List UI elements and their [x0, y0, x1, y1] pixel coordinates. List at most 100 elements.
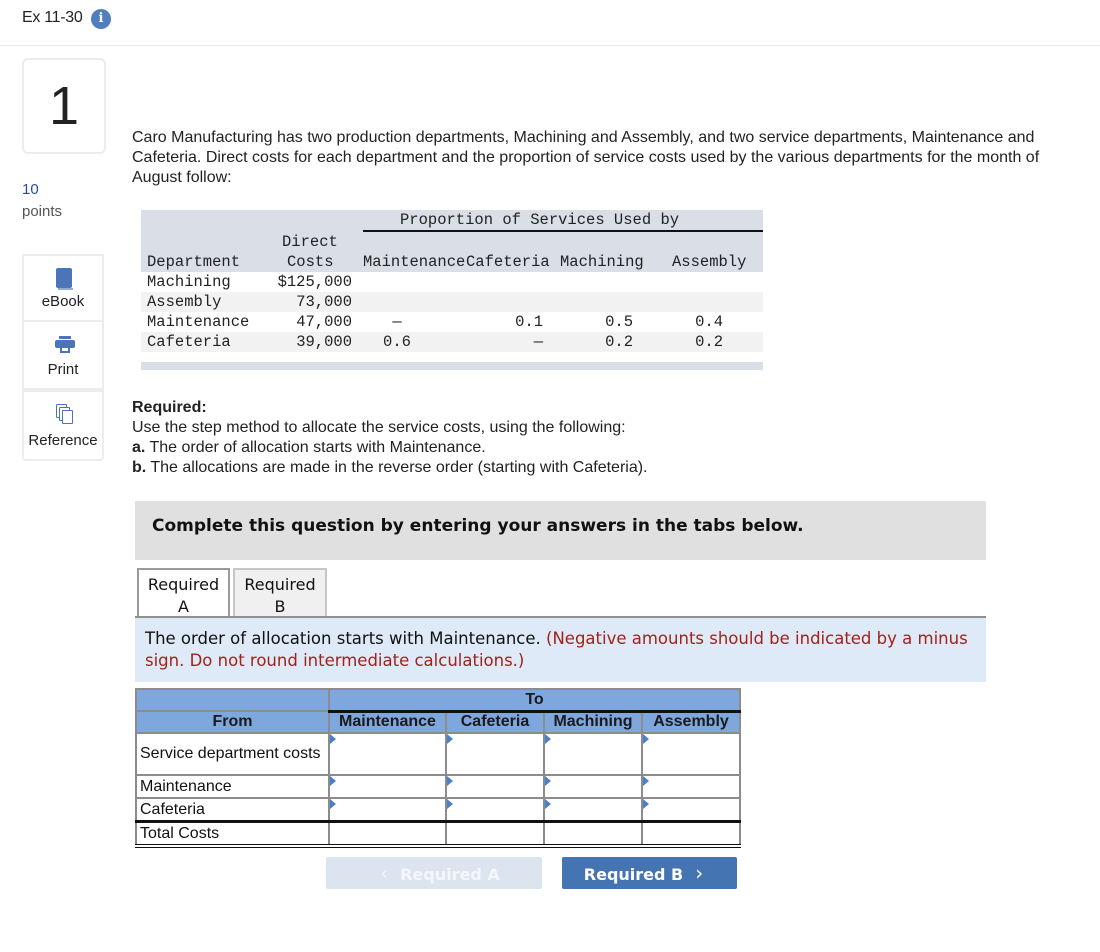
total-cafeteria-field [447, 823, 543, 844]
service-costs-cafeteria-input[interactable] [447, 734, 543, 774]
service-costs-assembly-input[interactable] [643, 734, 739, 774]
input-marker-icon [330, 776, 336, 786]
group-header-underline [363, 230, 763, 232]
input-cell[interactable] [445, 774, 545, 799]
required-item-b: b. The allocations are made in the rever… [132, 458, 648, 478]
table-row [141, 272, 763, 292]
input-cell[interactable] [641, 732, 741, 776]
input-marker-icon [330, 734, 336, 744]
book-icon [56, 268, 73, 290]
row-maintenance: — [392, 313, 402, 331]
table-row: Service department costs [135, 732, 741, 776]
input-marker-icon [330, 799, 336, 809]
input-cell[interactable] [543, 732, 643, 776]
col-header-machining: Machining [560, 253, 644, 271]
row-department: Assembly [147, 293, 222, 311]
row-maintenance: 0.6 [383, 333, 411, 351]
table-row: Cafeteria [135, 797, 741, 823]
tab-label-line1: Required [147, 575, 220, 594]
printer-icon [55, 336, 75, 354]
group-header: Proportion of Services Used by [400, 211, 680, 229]
item-marker: b. [132, 459, 147, 476]
cafeteria-to-machining-input[interactable] [545, 799, 641, 820]
row-department: Cafeteria [147, 333, 231, 351]
cafeteria-to-maintenance-input[interactable] [330, 799, 445, 820]
info-icon[interactable]: i [91, 9, 111, 29]
row-direct-cost: 39,000 [296, 333, 352, 351]
table-row [141, 292, 763, 312]
ebook-label: eBook [41, 293, 85, 310]
exercise-title: Ex 11-30 [22, 9, 83, 26]
ebook-button[interactable]: eBook [22, 254, 104, 322]
next-button-label: Required B [583, 865, 684, 884]
allocation-table: To From Maintenance Cafeteria Machining … [135, 688, 741, 848]
maintenance-to-assembly-input[interactable] [643, 776, 739, 797]
input-marker-icon [447, 734, 453, 744]
input-cell[interactable] [641, 797, 741, 823]
total-cell [543, 820, 643, 848]
total-cell [641, 820, 741, 848]
input-marker-icon [447, 799, 453, 809]
total-maintenance-field [330, 823, 445, 844]
col-header-cafeteria: Cafeteria [445, 710, 545, 734]
col-header-cafeteria: Cafeteria [466, 253, 550, 271]
total-cell [445, 820, 545, 848]
input-cell[interactable] [328, 774, 447, 799]
col-header-department: Department [147, 253, 241, 271]
maintenance-to-machining-input[interactable] [545, 776, 641, 797]
input-marker-icon [545, 776, 551, 786]
print-label: Print [47, 361, 79, 378]
col-header-assembly: Assembly [641, 710, 741, 734]
maintenance-to-cafeteria-input[interactable] [447, 776, 543, 797]
input-cell[interactable] [445, 797, 545, 823]
input-cell[interactable] [328, 797, 447, 823]
top-bar: Ex 11-30 i [0, 0, 1100, 46]
tab-required-b[interactable]: Required B [233, 568, 327, 618]
tab-required-a[interactable]: Required A [137, 568, 230, 618]
col-header-maintenance: Maintenance [363, 253, 466, 271]
input-marker-icon [643, 776, 649, 786]
chevron-left-icon: ‹ [380, 861, 389, 885]
points-label: points [22, 203, 63, 220]
prev-button-label: Required A [400, 865, 500, 884]
reference-button[interactable]: Reference [22, 390, 104, 461]
question-number: 1 [22, 58, 106, 154]
to-header: To [328, 688, 741, 713]
table-footer-bg [141, 362, 763, 370]
print-button[interactable]: Print [22, 320, 104, 390]
row-direct-cost: $125,000 [277, 273, 352, 291]
service-costs-maintenance-input[interactable] [330, 734, 445, 774]
table-row: Maintenance [135, 774, 741, 799]
chevron-right-icon: › [695, 861, 704, 885]
total-cell [328, 820, 447, 848]
cafeteria-to-assembly-input[interactable] [643, 799, 739, 820]
input-marker-icon [643, 734, 649, 744]
copy-icon [56, 404, 74, 424]
input-cell[interactable] [445, 732, 545, 776]
item-marker: a. [132, 439, 146, 456]
item-text: The allocations are made in the reverse … [146, 459, 648, 476]
maintenance-to-maintenance-input[interactable] [330, 776, 445, 797]
cafeteria-to-cafeteria-input[interactable] [447, 799, 543, 820]
input-marker-icon [643, 799, 649, 809]
input-marker-icon [447, 776, 453, 786]
table-row [141, 332, 763, 352]
input-cell[interactable] [641, 774, 741, 799]
row-label: Service department costs [135, 732, 330, 776]
row-department: Machining [147, 273, 231, 291]
tab-label-line2: A [178, 597, 189, 616]
table-row: Total Costs [135, 820, 741, 848]
from-header: From [135, 710, 330, 734]
prev-required-a-button[interactable]: ‹ Required A [326, 857, 542, 889]
complete-banner-text: Complete this question by entering your … [152, 516, 804, 536]
service-costs-machining-input[interactable] [545, 734, 641, 774]
question-text: Caro Manufacturing has two production de… [132, 129, 1040, 186]
next-required-b-button[interactable]: Required B › [562, 857, 737, 889]
input-marker-icon [545, 799, 551, 809]
required-heading: Required: [132, 399, 207, 416]
input-cell[interactable] [328, 732, 447, 776]
tab-label-line1: Required [244, 575, 316, 594]
required-item-a: a. The order of allocation starts with M… [132, 438, 648, 458]
input-cell[interactable] [543, 774, 643, 799]
input-cell[interactable] [543, 797, 643, 823]
